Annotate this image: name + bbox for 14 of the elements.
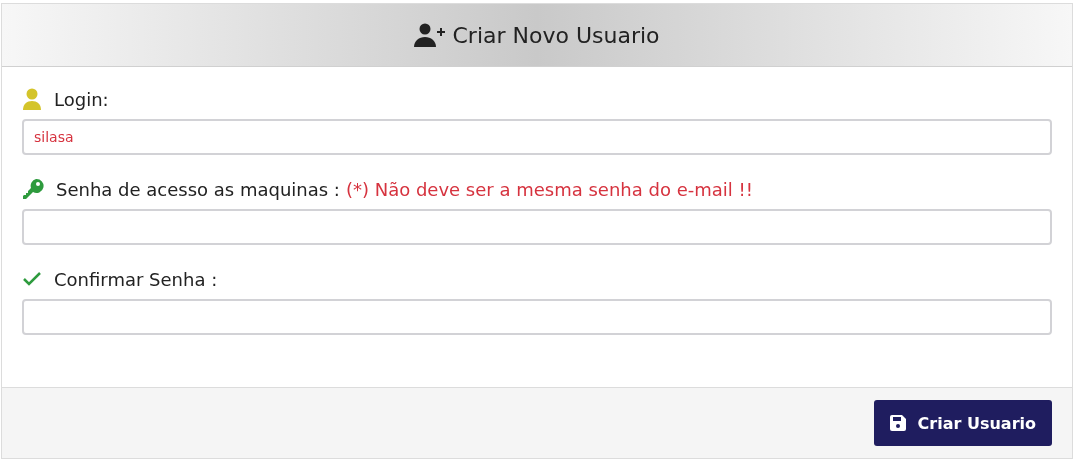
save-icon <box>889 415 906 431</box>
input-field[interactable] <box>22 209 1052 245</box>
user-icon <box>22 88 42 110</box>
key-icon <box>22 178 44 200</box>
check-icon <box>22 271 42 287</box>
form-title: Criar Novo Usuario <box>452 22 660 48</box>
create-user-button[interactable]: Criar Usuario <box>873 400 1052 446</box>
warning-text: (*) Não deve ser a mesma senha do e-mail !! <box>345 178 753 200</box>
input-field[interactable]: silasa <box>22 119 1052 155</box>
field-label: Confirmar Senha : <box>54 268 218 290</box>
field-label: Senha de acesso as maquinas : <box>56 178 340 200</box>
field-label: Login: <box>54 88 109 110</box>
input-field[interactable] <box>22 299 1052 335</box>
user-plus-icon <box>414 23 447 47</box>
